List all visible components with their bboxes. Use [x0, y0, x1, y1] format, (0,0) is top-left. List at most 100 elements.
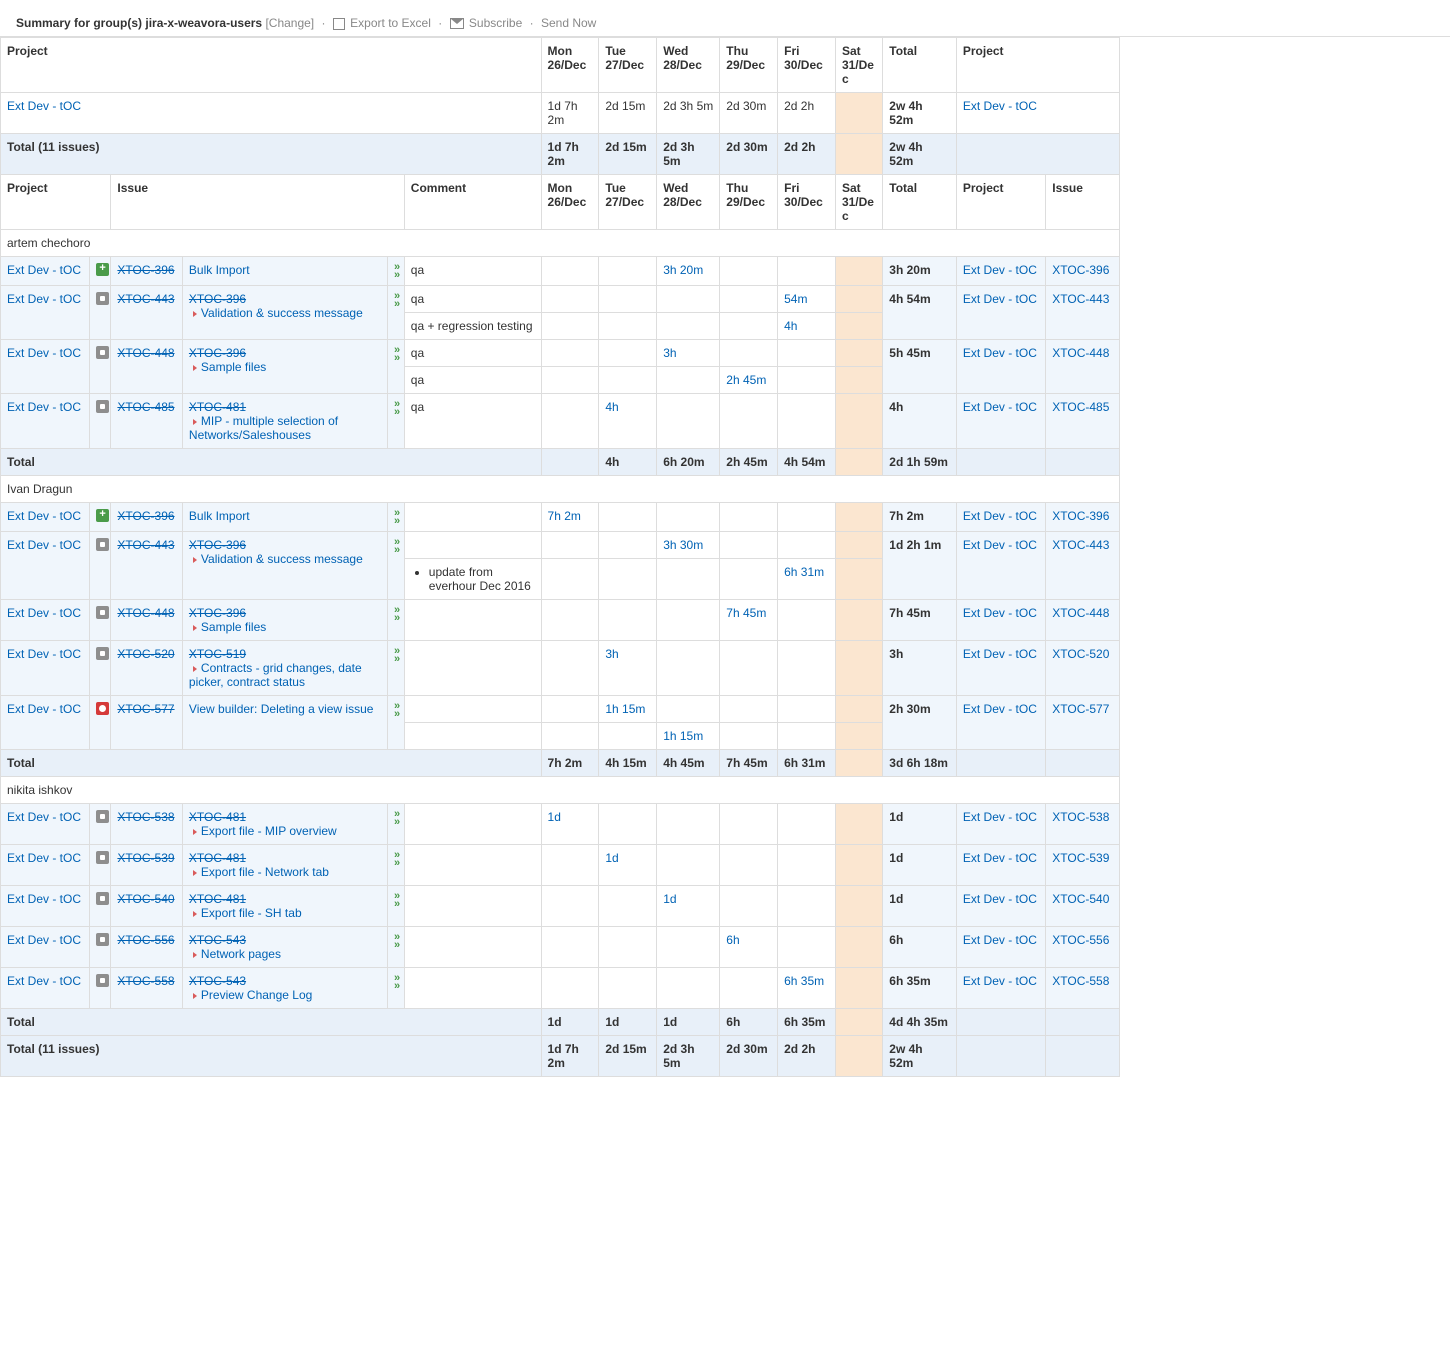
project-link[interactable]: Ext Dev - tOC	[963, 538, 1037, 552]
expand-chevron-icon[interactable]: »»	[387, 886, 404, 927]
expand-chevron-icon[interactable]: »»	[387, 641, 404, 696]
project-link[interactable]: Ext Dev - tOC	[7, 400, 81, 414]
issue-key-link[interactable]: XTOC-443	[1052, 292, 1109, 306]
project-link[interactable]: Ext Dev - tOC	[7, 974, 81, 988]
issue-key-link[interactable]: XTOC-520	[1052, 647, 1109, 661]
issue-key-link[interactable]: XTOC-556	[1052, 933, 1109, 947]
project-link[interactable]: Ext Dev - tOC	[963, 263, 1037, 277]
send-now-link[interactable]: Send Now	[541, 16, 596, 30]
project-link[interactable]: Ext Dev - tOC	[7, 606, 81, 620]
worklog-link[interactable]: 6h 35m	[784, 974, 824, 988]
project-link[interactable]: Ext Dev - tOC	[963, 346, 1037, 360]
project-link[interactable]: Ext Dev - tOC	[963, 99, 1037, 113]
issue-key-link[interactable]: XTOC-448	[1052, 606, 1109, 620]
worklog-link[interactable]: 1h 15m	[605, 702, 645, 716]
parent-issue-link[interactable]: XTOC-481	[189, 810, 246, 824]
project-link[interactable]: Ext Dev - tOC	[7, 346, 81, 360]
parent-issue-link[interactable]: XTOC-396	[189, 606, 246, 620]
issue-title-link[interactable]: Network pages	[201, 947, 281, 961]
subscribe-link[interactable]: Subscribe	[469, 16, 522, 30]
worklog-link[interactable]: 7h 45m	[726, 606, 766, 620]
worklog-link[interactable]: 54m	[784, 292, 807, 306]
expand-chevron-icon[interactable]: »»	[387, 394, 404, 449]
worklog-link[interactable]: 4h	[605, 400, 618, 414]
issue-key-link[interactable]: XTOC-443	[117, 538, 174, 552]
worklog-link[interactable]: 6h	[726, 933, 739, 947]
issue-key-link[interactable]: XTOC-448	[117, 606, 174, 620]
issue-title-link[interactable]: Sample files	[201, 360, 266, 374]
project-link[interactable]: Ext Dev - tOC	[7, 292, 81, 306]
project-link[interactable]: Ext Dev - tOC	[963, 851, 1037, 865]
project-link[interactable]: Ext Dev - tOC	[963, 933, 1037, 947]
project-link[interactable]: Ext Dev - tOC	[963, 647, 1037, 661]
parent-issue-link[interactable]: XTOC-481	[189, 892, 246, 906]
worklog-link[interactable]: 3h	[663, 346, 676, 360]
worklog-link[interactable]: 6h 31m	[784, 565, 824, 579]
project-link[interactable]: Ext Dev - tOC	[963, 702, 1037, 716]
project-link[interactable]: Ext Dev - tOC	[963, 292, 1037, 306]
expand-chevron-icon[interactable]: »»	[387, 845, 404, 886]
worklog-link[interactable]: 3h	[605, 647, 618, 661]
worklog-link[interactable]: 7h 2m	[548, 509, 581, 523]
parent-issue-link[interactable]: XTOC-396	[189, 538, 246, 552]
expand-chevron-icon[interactable]: »»	[387, 696, 404, 750]
issue-key-link[interactable]: XTOC-396	[1052, 509, 1109, 523]
issue-key-link[interactable]: XTOC-448	[1052, 346, 1109, 360]
worklog-link[interactable]: 1d	[663, 892, 676, 906]
issue-key-link[interactable]: XTOC-558	[117, 974, 174, 988]
issue-title-link[interactable]: Validation & success message	[201, 306, 363, 320]
expand-chevron-icon[interactable]: »»	[387, 927, 404, 968]
project-link[interactable]: Ext Dev - tOC	[7, 851, 81, 865]
issue-key-link[interactable]: XTOC-539	[1052, 851, 1109, 865]
worklog-link[interactable]: 1h 15m	[663, 729, 703, 743]
project-link[interactable]: Ext Dev - tOC	[963, 400, 1037, 414]
worklog-link[interactable]: 2h 45m	[726, 373, 766, 387]
issue-title-link[interactable]: View builder: Deleting a view issue	[189, 702, 374, 716]
issue-title-link[interactable]: Export file - SH tab	[201, 906, 302, 920]
project-link[interactable]: Ext Dev - tOC	[7, 892, 81, 906]
parent-issue-link[interactable]: XTOC-396	[189, 292, 246, 306]
project-link[interactable]: Ext Dev - tOC	[7, 263, 81, 277]
change-link[interactable]: [Change]	[265, 16, 314, 30]
issue-key-link[interactable]: XTOC-556	[117, 933, 174, 947]
project-link[interactable]: Ext Dev - tOC	[963, 606, 1037, 620]
issue-title-link[interactable]: Export file - MIP overview	[201, 824, 337, 838]
project-link[interactable]: Ext Dev - tOC	[963, 974, 1037, 988]
issue-key-link[interactable]: XTOC-577	[1052, 702, 1109, 716]
worklog-link[interactable]: 1d	[548, 810, 561, 824]
expand-chevron-icon[interactable]: »»	[387, 968, 404, 1009]
issue-key-link[interactable]: XTOC-539	[117, 851, 174, 865]
issue-key-link[interactable]: XTOC-396	[117, 263, 174, 277]
parent-issue-link[interactable]: XTOC-519	[189, 647, 246, 661]
expand-chevron-icon[interactable]: »»	[387, 286, 404, 340]
expand-chevron-icon[interactable]: »»	[387, 532, 404, 600]
issue-title-link[interactable]: Validation & success message	[201, 552, 363, 566]
project-link[interactable]: Ext Dev - tOC	[7, 538, 81, 552]
project-link[interactable]: Ext Dev - tOC	[7, 99, 81, 113]
project-link[interactable]: Ext Dev - tOC	[963, 810, 1037, 824]
expand-chevron-icon[interactable]: »»	[387, 804, 404, 845]
issue-key-link[interactable]: XTOC-443	[117, 292, 174, 306]
issue-title-link[interactable]: MIP - multiple selection of Networks/Sal…	[189, 414, 338, 442]
issue-key-link[interactable]: XTOC-540	[117, 892, 174, 906]
project-link[interactable]: Ext Dev - tOC	[7, 702, 81, 716]
expand-chevron-icon[interactable]: »»	[387, 600, 404, 641]
issue-key-link[interactable]: XTOC-538	[117, 810, 174, 824]
issue-key-link[interactable]: XTOC-485	[1052, 400, 1109, 414]
project-link[interactable]: Ext Dev - tOC	[7, 933, 81, 947]
expand-chevron-icon[interactable]: »»	[387, 503, 404, 532]
issue-key-link[interactable]: XTOC-520	[117, 647, 174, 661]
parent-issue-link[interactable]: XTOC-543	[189, 933, 246, 947]
issue-key-link[interactable]: XTOC-443	[1052, 538, 1109, 552]
expand-chevron-icon[interactable]: »»	[387, 340, 404, 394]
project-link[interactable]: Ext Dev - tOC	[7, 810, 81, 824]
worklog-link[interactable]: 1d	[605, 851, 618, 865]
issue-key-link[interactable]: XTOC-540	[1052, 892, 1109, 906]
project-link[interactable]: Ext Dev - tOC	[963, 892, 1037, 906]
worklog-link[interactable]: 3h 20m	[663, 263, 703, 277]
issue-title-link[interactable]: Bulk Import	[189, 509, 250, 523]
issue-title-link[interactable]: Bulk Import	[189, 263, 250, 277]
parent-issue-link[interactable]: XTOC-396	[189, 346, 246, 360]
issue-title-link[interactable]: Export file - Network tab	[201, 865, 329, 879]
parent-issue-link[interactable]: XTOC-481	[189, 400, 246, 414]
